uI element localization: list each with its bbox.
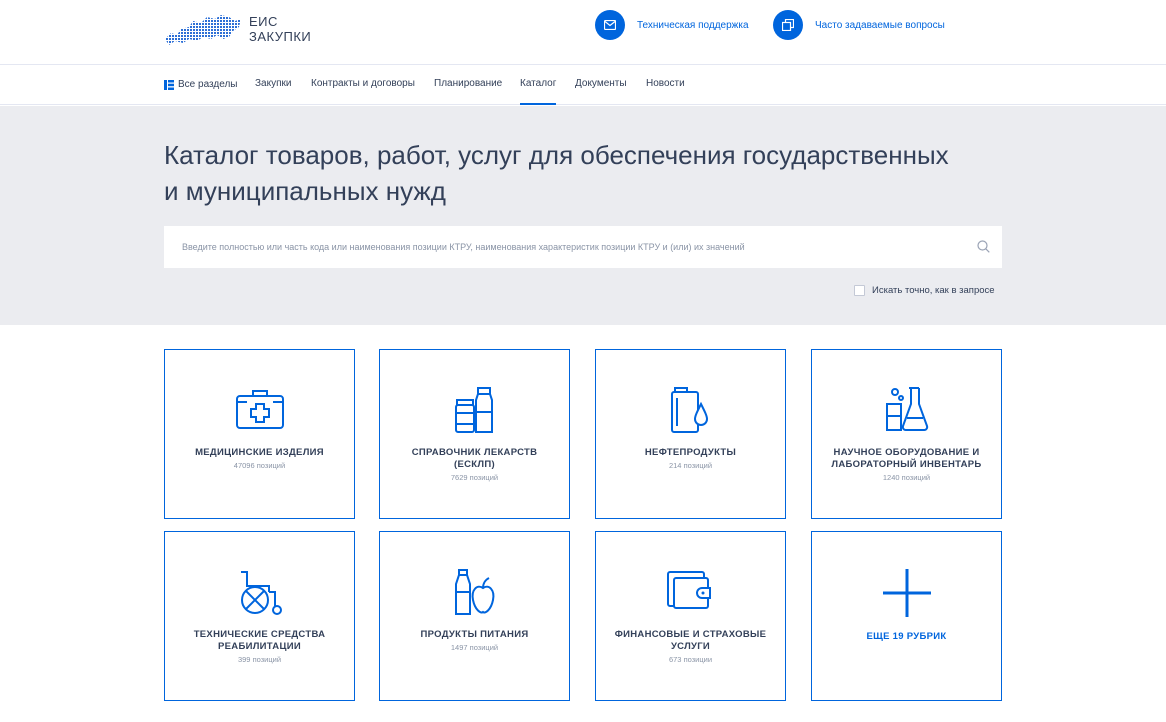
nav-item-all-sections[interactable]: Все разделы — [164, 65, 237, 105]
catalog-card-lab[interactable]: НАУЧНОЕ ОБОРУДОВАНИЕ И ЛАБОРАТОРНЫЙ ИНВЕ… — [811, 349, 1002, 519]
logo[interactable]: ЕИС ЗАКУПКИ — [163, 11, 311, 47]
card-title: НЕФТЕПРОДУКТЫ — [644, 447, 737, 458]
tech-support-link[interactable]: Техническая поддержка — [595, 10, 749, 40]
card-title: ПРОДУКТЫ ПИТАНИЯ — [420, 629, 529, 640]
card-count: 673 позиции — [668, 655, 713, 664]
page-title-line1: Каталог товаров, работ, услуг для обеспе… — [164, 140, 949, 170]
search-box — [164, 226, 1002, 268]
nav-label: Все разделы — [178, 79, 238, 90]
search-input[interactable] — [182, 226, 962, 268]
card-count: 7629 позиций — [450, 473, 499, 482]
card-title: СПРАВОЧНИК ЛЕКАРСТВ (ЕСКЛП) — [411, 447, 538, 470]
plus-icon — [882, 569, 931, 617]
exact-search-checkbox[interactable] — [854, 285, 865, 296]
catalog-card-more[interactable]: ЕЩЕ 19 РУБРИК — [811, 531, 1002, 701]
catalog-hero: Каталог товаров, работ, услуг для обеспе… — [0, 106, 1166, 325]
russia-map-icon — [165, 15, 241, 45]
nav-item-news[interactable]: Новости — [646, 65, 685, 105]
card-title: ФИНАНСОВЫЕ И СТРАХОВЫЕ УСЛУГИ — [614, 629, 767, 652]
medkit-icon — [235, 390, 284, 429]
card-title: НАУЧНОЕ ОБОРУДОВАНИЕ И ЛАБОРАТОРНЫЙ ИНВЕ… — [831, 447, 982, 470]
nav-item-contracts[interactable]: Контракты и договоры — [311, 65, 415, 105]
main-nav: Все разделы Закупки Контракты и договоры… — [0, 65, 1166, 105]
mail-icon — [595, 10, 625, 40]
catalog-card-food[interactable]: ПРОДУКТЫ ПИТАНИЯ 1497 позиций — [379, 531, 570, 701]
catalog-card-finance[interactable]: ФИНАНСОВЫЕ И СТРАХОВЫЕ УСЛУГИ 673 позици… — [595, 531, 786, 701]
nav-item-documents[interactable]: Документы — [575, 65, 627, 105]
catalog-card-rehab[interactable]: ТЕХНИЧЕСКИЕ СРЕДСТВА РЕАБИЛИТАЦИИ 399 по… — [164, 531, 355, 701]
card-count: 214 позиций — [668, 461, 713, 470]
nav-item-purchases[interactable]: Закупки — [255, 65, 291, 105]
card-count: 47096 позиций — [233, 461, 286, 470]
wheelchair-icon — [240, 571, 282, 615]
card-count: 399 позиций — [237, 655, 282, 664]
page-title-line2: и муниципальных нужд — [164, 176, 446, 206]
logo-text-line2: ЗАКУПКИ — [249, 29, 312, 44]
card-title: МЕДИЦИНСКИЕ ИЗДЕЛИЯ — [195, 447, 324, 458]
catalog-card-oil[interactable]: НЕФТЕПРОДУКТЫ 214 позиций — [595, 349, 786, 519]
exact-search-option[interactable]: Искать точно, как в запросе — [854, 285, 995, 296]
catalog-card-medicines[interactable]: СПРАВОЧНИК ЛЕКАРСТВ (ЕСКЛП) 7629 позиций — [379, 349, 570, 519]
faq-copy-icon — [773, 10, 803, 40]
top-header: ЕИС ЗАКУПКИ Техническая поддержка Часто … — [0, 0, 1166, 65]
lab-flask-icon — [885, 387, 928, 431]
medicine-bottles-icon — [454, 387, 493, 433]
card-title: ТЕХНИЧЕСКИЕ СРЕДСТВА РЕАБИЛИТАЦИИ — [193, 629, 326, 652]
oil-canister-icon — [670, 387, 708, 433]
card-count: 1240 позиций — [882, 473, 931, 482]
faq-link[interactable]: Часто задаваемые вопросы — [773, 10, 945, 40]
card-count: 1497 позиций — [450, 643, 499, 652]
wallet-icon — [666, 571, 711, 609]
page-title: Каталог товаров, работ, услуг для обеспе… — [164, 137, 1024, 209]
search-icon[interactable] — [977, 240, 990, 253]
tech-support-label: Техническая поддержка — [637, 19, 749, 31]
catalog-card-medical[interactable]: МЕДИЦИНСКИЕ ИЗДЕЛИЯ 47096 позиций — [164, 349, 355, 519]
nav-item-planning[interactable]: Планирование — [434, 65, 502, 105]
sections-grid-icon — [164, 80, 174, 90]
nav-item-catalog[interactable]: Каталог — [520, 65, 557, 105]
food-bottle-apple-icon — [454, 569, 494, 615]
logo-text-line1: ЕИС — [249, 14, 278, 29]
more-rubrics-label: ЕЩЕ 19 РУБРИК — [866, 631, 947, 642]
exact-search-label: Искать точно, как в запросе — [872, 285, 995, 296]
faq-label: Часто задаваемые вопросы — [815, 19, 945, 31]
